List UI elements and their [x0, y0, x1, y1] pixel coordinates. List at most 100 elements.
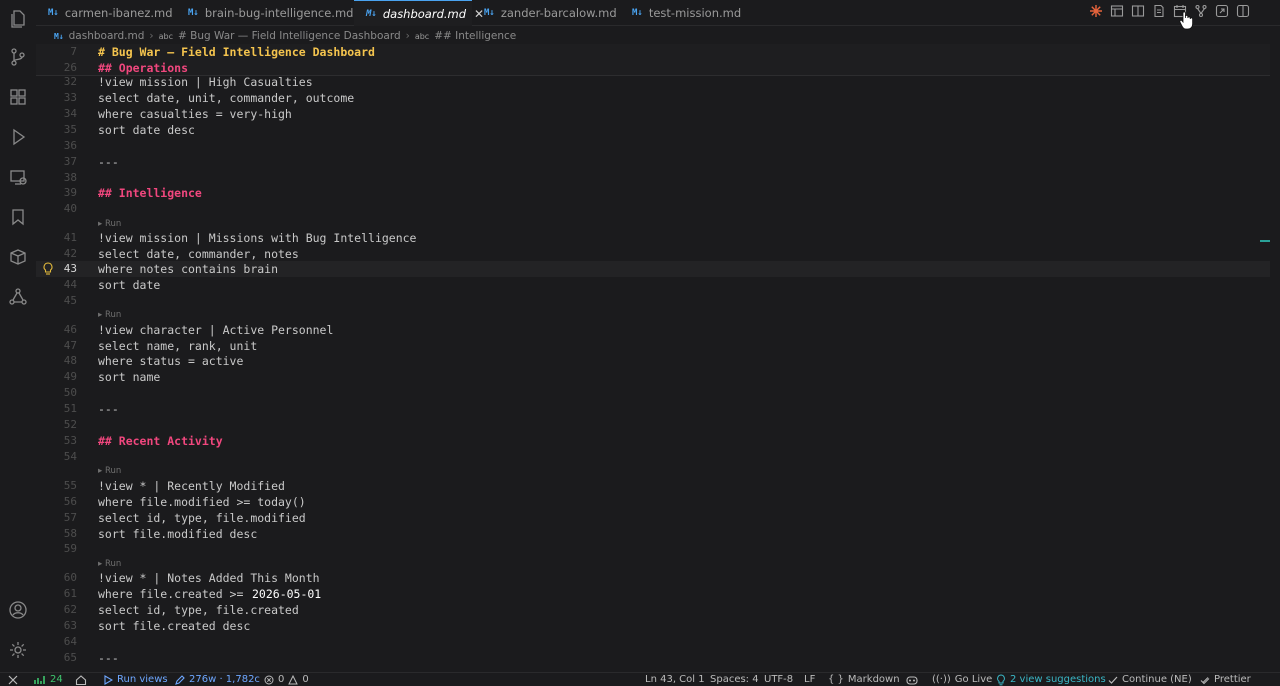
date-literal: 2026-05-01 — [252, 587, 322, 601]
indentation[interactable]: Spaces: 4 — [710, 673, 759, 686]
editor-area[interactable]: 7 # Bug War — Field Intelligence Dashboa… — [36, 44, 1270, 670]
remote-explorer-icon[interactable] — [8, 167, 28, 187]
open-preview-icon[interactable] — [1131, 4, 1145, 18]
prettier-label: Prettier — [1214, 674, 1251, 685]
code-line: where casualties = very-high — [98, 107, 292, 121]
word-count-item[interactable]: 276w · 1,782c — [175, 673, 260, 686]
line-number: 34 — [63, 107, 77, 120]
explorer-icon[interactable] — [8, 8, 28, 28]
play-icon — [104, 675, 113, 685]
sparkle-icon[interactable] — [1089, 4, 1103, 18]
code-line: !view * | Recently Modified — [98, 479, 285, 493]
code-line: select id, type, file.created — [98, 603, 299, 617]
run-codelens[interactable]: ▸ Run — [98, 466, 121, 476]
tab-label: test-mission.md — [648, 6, 742, 20]
graph-icon[interactable] — [8, 287, 28, 307]
run-codelens[interactable]: ▸ Run — [98, 559, 121, 569]
tab-test-mission[interactable]: M↓ test-mission.md — [620, 0, 750, 26]
home-item[interactable] — [75, 673, 87, 686]
tab-dashboard[interactable]: M↓ dashboard.md ✕ — [354, 0, 484, 26]
line-number: 43 — [63, 262, 77, 275]
branch-icon[interactable] — [1194, 4, 1208, 18]
line-number: 36 — [63, 139, 77, 152]
scrollbar-marker[interactable] — [1260, 240, 1270, 242]
line-number: 44 — [63, 278, 77, 291]
prettier-item[interactable]: Prettier — [1200, 673, 1251, 686]
line-number: 63 — [63, 619, 77, 632]
problems-item[interactable]: 0 0 — [264, 673, 309, 686]
code-line: where notes contains brain — [98, 262, 279, 276]
line-number: 45 — [63, 294, 77, 307]
markdown-icon: M↓ — [366, 8, 377, 19]
code-line: select date, unit, commander, outcome — [98, 91, 355, 105]
code-line: !view mission | High Casualties — [98, 75, 313, 89]
broadcast-icon: ((·)) — [932, 674, 951, 685]
cursor-position[interactable]: Ln 43, Col 1 — [645, 673, 705, 686]
remote-indicator[interactable] — [8, 673, 18, 686]
line-number: 39 — [63, 186, 77, 199]
extensions-icon[interactable] — [8, 87, 28, 107]
line-number: 7 — [70, 45, 77, 58]
markdown-icon: M↓ — [188, 8, 199, 18]
breadcrumb-section-intelligence[interactable]: ## Intelligence — [434, 30, 516, 42]
tab-label: zander-barcalow.md — [500, 6, 617, 20]
tab-carmen-ibanez[interactable]: M↓ carmen-ibanez.md — [36, 0, 176, 26]
breadcrumb-section-title[interactable]: # Bug War — Field Intelligence Dashboard — [178, 30, 401, 42]
home-icon — [75, 675, 87, 686]
line-number: 57 — [63, 511, 77, 524]
go-live-button[interactable]: ((·)) Go Live — [932, 673, 992, 686]
sticky-scroll-header[interactable]: 7 # Bug War — Field Intelligence Dashboa… — [36, 44, 1270, 76]
breadcrumb-separator: › — [405, 30, 410, 42]
line-number: 55 — [63, 479, 77, 492]
line-number: 53 — [63, 434, 77, 447]
line-number: 50 — [63, 386, 77, 399]
tab-label: brain-bug-intelligence.md — [204, 6, 354, 20]
run-views-button[interactable]: Run views — [103, 673, 168, 686]
encoding[interactable]: UTF-8 — [764, 673, 793, 686]
language-mode[interactable]: { } Markdown — [828, 673, 900, 686]
code-line: sort file.modified desc — [98, 527, 258, 541]
copilot-item[interactable] — [905, 673, 919, 686]
open-external-icon[interactable] — [1215, 4, 1229, 18]
heading-text: ## Recent Activity — [98, 434, 223, 448]
bookmark-icon[interactable] — [8, 207, 28, 227]
line-number: 41 — [63, 231, 77, 244]
heading-text: ## Intelligence — [98, 186, 202, 200]
run-views-label: Run views — [117, 674, 168, 685]
warning-icon — [288, 675, 299, 685]
account-icon[interactable] — [8, 600, 28, 620]
document-icon[interactable] — [1152, 4, 1166, 18]
stats-count: 24 — [50, 674, 63, 685]
run-codelens[interactable]: ▸ Run — [98, 310, 121, 320]
continue-item[interactable]: Continue (NE) — [1108, 673, 1192, 686]
code-line: sort date desc — [98, 123, 195, 137]
tab-zander-barcalow[interactable]: M↓ zander-barcalow.md — [472, 0, 620, 26]
bar-chart-icon — [34, 676, 45, 684]
go-live-label: Go Live — [954, 674, 993, 685]
line-number: 49 — [63, 370, 77, 383]
tab-brain-bug-intelligence[interactable]: M↓ brain-bug-intelligence.md — [176, 0, 354, 26]
markdown-icon: M↓ — [632, 8, 643, 18]
table-view-icon[interactable] — [1110, 4, 1124, 18]
view-suggestions[interactable]: 2 view suggestions — [996, 673, 1106, 686]
breadcrumb-separator: › — [149, 30, 154, 42]
run-debug-icon[interactable] — [8, 127, 28, 147]
package-icon[interactable] — [8, 247, 28, 267]
hand-cursor-icon — [1178, 10, 1194, 30]
end-of-line[interactable]: LF — [804, 673, 815, 686]
stats-item[interactable]: 24 — [34, 673, 63, 686]
breadcrumb-file[interactable]: dashboard.md — [69, 30, 145, 42]
line-number: 59 — [63, 542, 77, 555]
source-control-icon[interactable] — [8, 47, 28, 67]
braces-icon: { } — [828, 674, 844, 685]
run-codelens[interactable]: ▸ Run — [98, 219, 121, 229]
settings-gear-icon[interactable] — [8, 640, 28, 660]
split-editor-icon[interactable] — [1236, 4, 1250, 18]
code-line: !view character | Active Personnel — [98, 323, 334, 337]
code-line: --- — [98, 651, 119, 665]
line-number: 33 — [63, 91, 77, 104]
code-line: select id, type, file.modified — [98, 511, 306, 525]
line-number: 62 — [63, 603, 77, 616]
code-line: --- — [98, 155, 119, 169]
code-line: select date, commander, notes — [98, 247, 299, 261]
